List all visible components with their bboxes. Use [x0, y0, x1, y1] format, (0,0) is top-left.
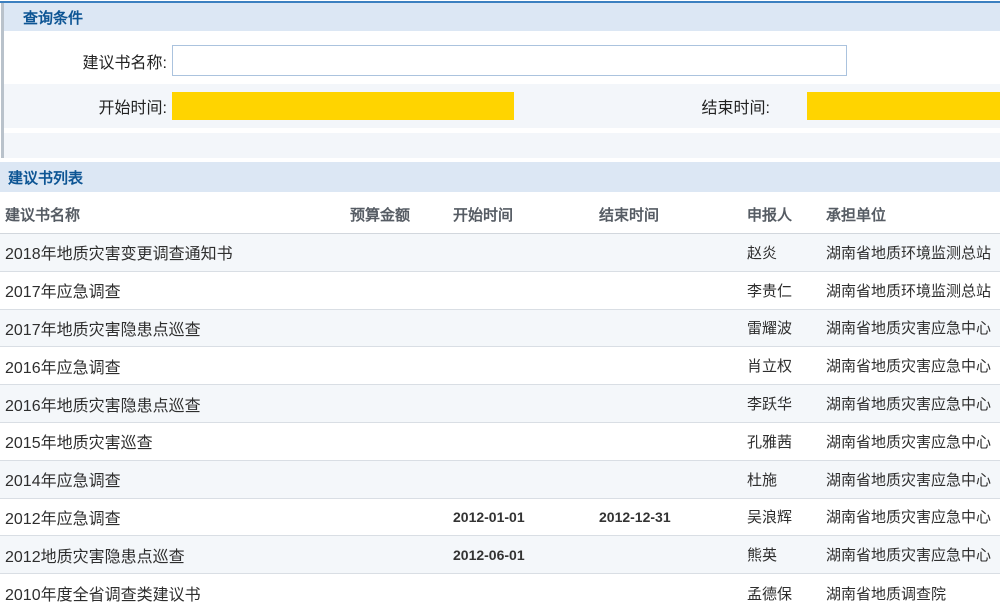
- cell-applicant: 李贵仁: [740, 272, 820, 309]
- cell-start-time: [445, 310, 595, 347]
- cell-unit: 湖南省地质灾害应急中心: [820, 385, 1000, 422]
- cell-end-time: [595, 385, 740, 422]
- cell-end-time: [595, 536, 740, 573]
- cell-start-time: [445, 423, 595, 460]
- cell-proposal-name: 2016年地质灾害隐患点巡查: [0, 385, 345, 422]
- cell-end-time: [595, 347, 740, 384]
- end-time-label: 结束时间:: [604, 84, 770, 128]
- page: 查询条件 建议书名称: 开始时间: 结束时间: 建议书列表 建议书名称 预算金额…: [0, 0, 1000, 612]
- table-body: 2018年地质灾害变更调查通知书 赵炎 湖南省地质环境监测总站 2017年应急调…: [0, 234, 1000, 612]
- cell-applicant: 赵炎: [740, 234, 820, 271]
- cell-end-time: [595, 574, 740, 612]
- cell-proposal-name: 2018年地质灾害变更调查通知书: [0, 234, 345, 271]
- start-time-label: 开始时间:: [4, 84, 167, 128]
- table-row[interactable]: 2012年应急调查 2012-01-01 2012-12-31 吴浪辉 湖南省地…: [0, 499, 1000, 537]
- query-section-title: 查询条件: [4, 7, 83, 28]
- list-section-header: 建议书列表: [0, 162, 1000, 192]
- col-header-end: 结束时间: [595, 196, 740, 233]
- proposal-name-input[interactable]: [172, 45, 847, 76]
- cell-applicant: 雷耀波: [740, 310, 820, 347]
- cell-applicant: 孟德保: [740, 574, 820, 612]
- proposal-name-row: 建议书名称:: [4, 37, 1000, 84]
- table-row[interactable]: 2014年应急调查 杜施 湖南省地质灾害应急中心: [0, 461, 1000, 499]
- cell-proposal-name: 2017年地质灾害隐患点巡查: [0, 310, 345, 347]
- cell-start-time: [445, 347, 595, 384]
- cell-applicant: 吴浪辉: [740, 499, 820, 536]
- cell-end-time: [595, 272, 740, 309]
- cell-unit: 湖南省地质灾害应急中心: [820, 461, 1000, 498]
- cell-unit: 湖南省地质灾害应急中心: [820, 536, 1000, 573]
- cell-budget: [345, 234, 445, 271]
- cell-end-time: [595, 461, 740, 498]
- query-panel-footer: [4, 133, 1000, 158]
- cell-unit: 湖南省地质灾害应急中心: [820, 423, 1000, 460]
- cell-proposal-name: 2016年应急调查: [0, 347, 345, 384]
- table-row[interactable]: 2010年度全省调查类建议书 孟德保 湖南省地质调查院: [0, 574, 1000, 612]
- time-range-row: 开始时间: 结束时间:: [4, 84, 1000, 128]
- cell-start-time: [445, 461, 595, 498]
- cell-budget: [345, 461, 445, 498]
- cell-end-time: [595, 310, 740, 347]
- cell-start-time: [445, 574, 595, 612]
- table-row[interactable]: 2016年应急调查 肖立权 湖南省地质灾害应急中心: [0, 347, 1000, 385]
- cell-budget: [345, 423, 445, 460]
- table-row[interactable]: 2018年地质灾害变更调查通知书 赵炎 湖南省地质环境监测总站: [0, 234, 1000, 272]
- proposal-list-panel: 建议书列表 建议书名称 预算金额 开始时间 结束时间 申报人 承担单位 2018…: [0, 162, 1000, 612]
- cell-end-time: [595, 234, 740, 271]
- col-header-unit: 承担单位: [820, 196, 1000, 233]
- query-conditions-panel: 查询条件 建议书名称: 开始时间: 结束时间:: [1, 3, 1000, 158]
- col-header-budget: 预算金额: [345, 196, 445, 233]
- proposal-name-label: 建议书名称:: [4, 37, 167, 84]
- cell-applicant: 孔雅茜: [740, 423, 820, 460]
- cell-applicant: 李跃华: [740, 385, 820, 422]
- cell-proposal-name: 2017年应急调查: [0, 272, 345, 309]
- table-row[interactable]: 2017年应急调查 李贵仁 湖南省地质环境监测总站: [0, 272, 1000, 310]
- cell-applicant: 肖立权: [740, 347, 820, 384]
- cell-unit: 湖南省地质灾害应急中心: [820, 310, 1000, 347]
- col-header-start: 开始时间: [445, 196, 595, 233]
- cell-unit: 湖南省地质灾害应急中心: [820, 499, 1000, 536]
- table-row[interactable]: 2015年地质灾害巡查 孔雅茜 湖南省地质灾害应急中心: [0, 423, 1000, 461]
- cell-unit: 湖南省地质灾害应急中心: [820, 347, 1000, 384]
- table-header-row: 建议书名称 预算金额 开始时间 结束时间 申报人 承担单位: [0, 196, 1000, 234]
- table-row[interactable]: 2012地质灾害隐患点巡查 2012-06-01 熊英 湖南省地质灾害应急中心: [0, 536, 1000, 574]
- cell-unit: 湖南省地质环境监测总站: [820, 272, 1000, 309]
- table-row[interactable]: 2017年地质灾害隐患点巡查 雷耀波 湖南省地质灾害应急中心: [0, 310, 1000, 348]
- cell-start-time: [445, 385, 595, 422]
- cell-proposal-name: 2012地质灾害隐患点巡查: [0, 536, 345, 573]
- cell-proposal-name: 2012年应急调查: [0, 499, 345, 536]
- query-section-header: 查询条件: [4, 3, 1000, 31]
- cell-applicant: 熊英: [740, 536, 820, 573]
- list-section-title: 建议书列表: [0, 167, 83, 188]
- cell-budget: [345, 347, 445, 384]
- cell-end-time: 2012-12-31: [595, 499, 740, 536]
- cell-applicant: 杜施: [740, 461, 820, 498]
- cell-proposal-name: 2015年地质灾害巡查: [0, 423, 345, 460]
- col-header-name: 建议书名称: [0, 196, 345, 233]
- cell-end-time: [595, 423, 740, 460]
- cell-proposal-name: 2010年度全省调查类建议书: [0, 574, 345, 612]
- cell-unit: 湖南省地质环境监测总站: [820, 234, 1000, 271]
- end-time-input[interactable]: [807, 92, 1000, 120]
- cell-budget: [345, 385, 445, 422]
- cell-budget: [345, 574, 445, 612]
- cell-budget: [345, 536, 445, 573]
- cell-proposal-name: 2014年应急调查: [0, 461, 345, 498]
- proposal-table: 建议书名称 预算金额 开始时间 结束时间 申报人 承担单位 2018年地质灾害变…: [0, 196, 1000, 612]
- table-row[interactable]: 2016年地质灾害隐患点巡查 李跃华 湖南省地质灾害应急中心: [0, 385, 1000, 423]
- cell-budget: [345, 310, 445, 347]
- cell-start-time: 2012-01-01: [445, 499, 595, 536]
- cell-budget: [345, 499, 445, 536]
- start-time-input[interactable]: [172, 92, 514, 120]
- cell-start-time: 2012-06-01: [445, 536, 595, 573]
- col-header-applicant: 申报人: [740, 196, 820, 233]
- cell-start-time: [445, 234, 595, 271]
- cell-budget: [345, 272, 445, 309]
- cell-unit: 湖南省地质调查院: [820, 574, 1000, 612]
- cell-start-time: [445, 272, 595, 309]
